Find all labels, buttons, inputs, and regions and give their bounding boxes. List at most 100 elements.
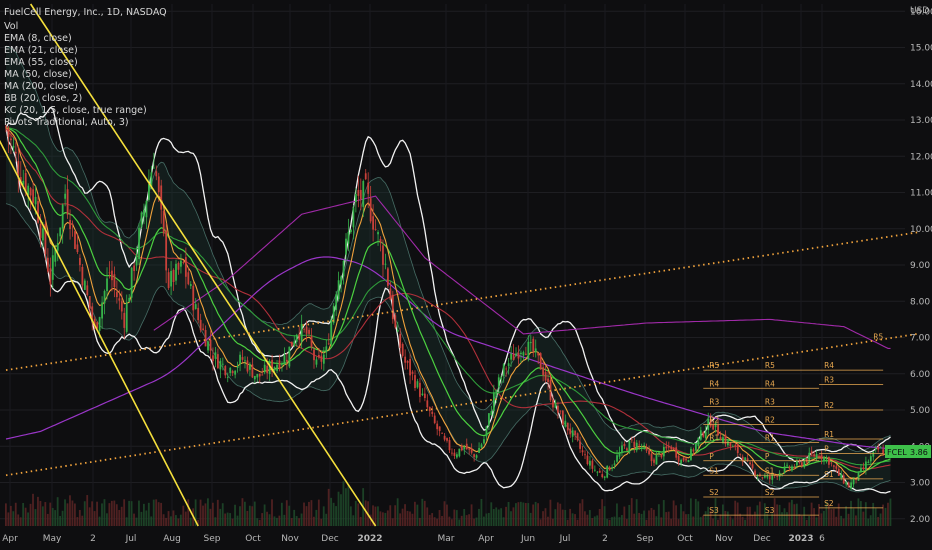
volume-bar <box>685 514 687 526</box>
volume-bar <box>630 498 633 526</box>
volume-bar <box>401 508 404 526</box>
candle-body <box>623 443 626 447</box>
candle-body <box>175 263 177 281</box>
candle-body <box>704 431 707 439</box>
candle-body <box>776 476 779 477</box>
volume-bar <box>44 502 47 526</box>
candle-body <box>120 301 123 312</box>
volume-bar <box>731 519 734 526</box>
volume-bar <box>598 508 601 526</box>
volume-bar <box>515 503 517 526</box>
candle-body <box>658 452 660 454</box>
legend-kc[interactable]: KC (20, 1.5, close, true range) <box>4 105 147 116</box>
chart-area[interactable]: R5 R5 R4 R4 R3 R3 R2 R2 R1 R1 P P S1 S1 S2 S2 S3 S3 R4 R3 R2… <box>0 0 932 550</box>
candle-body <box>431 411 434 414</box>
candle-body <box>653 459 655 463</box>
candle-body <box>128 297 131 302</box>
candle-body <box>209 339 212 351</box>
candle-body <box>603 476 606 478</box>
candle-body <box>719 437 722 441</box>
candle-body <box>325 346 328 353</box>
volume-bar <box>98 516 101 526</box>
candle-body <box>650 453 653 462</box>
candle-body <box>387 268 389 286</box>
volume-bar <box>576 519 579 526</box>
candle-body <box>463 446 466 450</box>
x-tick-label: Oct <box>677 534 693 544</box>
candle-body <box>115 292 118 298</box>
volume-bar <box>179 514 182 526</box>
volume-bar <box>418 517 421 526</box>
candle-body <box>527 341 530 360</box>
volume-bar <box>596 515 599 526</box>
volume-bar <box>571 513 574 526</box>
volume-bar <box>41 506 44 526</box>
candle-body <box>596 471 599 473</box>
volume-bar <box>813 508 815 526</box>
candle-body <box>293 341 296 346</box>
candle-body <box>300 323 303 342</box>
candle-body <box>59 227 62 237</box>
candle-body <box>374 229 377 230</box>
candle-body <box>165 230 168 271</box>
candle-body <box>212 355 214 362</box>
candle-body <box>667 445 670 448</box>
candle-body <box>616 455 618 462</box>
volume-bar <box>310 500 313 526</box>
volume-bar <box>495 507 498 526</box>
candle-body <box>438 426 441 431</box>
volume-bar <box>399 513 402 526</box>
volume-bar <box>702 515 705 526</box>
candle-body <box>800 462 803 467</box>
volume-bar <box>653 509 655 526</box>
candle-body <box>236 365 239 368</box>
volume-bar <box>253 501 256 526</box>
legend-pivots[interactable]: Pivots Traditional, Auto, 3) <box>4 117 129 128</box>
price-chart[interactable]: R5 R5 R4 R4 R3 R3 R2 R2 R1 R1 P P S1 S1 S2 S2 S3 S3 R4 R3 R2… <box>0 0 932 550</box>
candle-body <box>648 450 650 455</box>
candle-body <box>152 167 155 169</box>
volume-bar <box>396 498 399 526</box>
legend-vol[interactable]: Vol <box>4 21 18 32</box>
volume-bar <box>689 498 692 526</box>
volume-bar <box>855 515 857 526</box>
legend-ema8[interactable]: EMA (8, close) <box>4 33 72 44</box>
candle-body <box>645 447 648 451</box>
candle-body <box>108 272 111 274</box>
candle-body <box>382 245 384 265</box>
volume-bar <box>379 511 382 526</box>
candle-body <box>258 373 261 377</box>
volume-bar <box>544 508 547 526</box>
candle-body <box>660 454 663 458</box>
volume-bar <box>638 512 641 526</box>
candle-body <box>761 477 764 479</box>
candle-body <box>320 355 323 362</box>
candle-body <box>318 354 320 358</box>
legend-ema55[interactable]: EMA (55, close) <box>4 57 78 68</box>
volume-bar <box>258 519 261 526</box>
volume-bar <box>315 509 318 526</box>
candle-body <box>194 304 197 310</box>
y-tick-label: 11.00 <box>910 189 932 199</box>
volume-bar <box>73 503 76 526</box>
candle-body <box>145 200 148 218</box>
volume-bar <box>110 500 113 526</box>
volume-bar <box>611 517 613 526</box>
candle-body <box>362 181 365 207</box>
volume-bar <box>345 488 347 526</box>
candle-body <box>815 453 818 459</box>
legend-bb[interactable]: BB (20, close, 2) <box>4 93 82 104</box>
pivot-label-mid: R5 <box>709 361 719 370</box>
volume-bar <box>234 504 236 526</box>
legend-ma50[interactable]: MA (50, close) <box>4 69 72 80</box>
candle-body <box>505 368 508 370</box>
volume-bar <box>864 502 867 526</box>
candle-body <box>7 127 10 137</box>
legend-ema21[interactable]: EMA (21, close) <box>4 45 78 56</box>
volume-bar <box>751 515 754 526</box>
candle-body <box>399 333 402 348</box>
candle-body <box>601 474 604 478</box>
symbol-badge: FCEL <box>887 448 907 457</box>
legend-ma200[interactable]: MA (200, close) <box>4 81 78 92</box>
volume-bar <box>832 508 835 526</box>
